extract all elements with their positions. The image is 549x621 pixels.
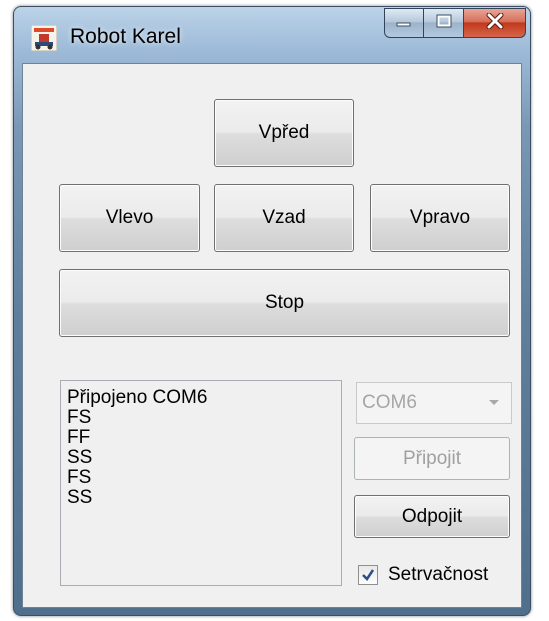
inertia-checkbox[interactable]: [358, 565, 378, 585]
maximize-button[interactable]: [424, 8, 464, 38]
right-button[interactable]: Vpravo: [370, 184, 510, 252]
client-area: Vpřed Vlevo Vzad Vpravo Stop Připojeno C…: [22, 63, 522, 608]
log-line: SS: [67, 447, 93, 468]
port-select[interactable]: COM6: [356, 382, 512, 424]
log-line: FS: [67, 467, 92, 488]
log-line: FS: [67, 407, 92, 428]
chevron-down-icon[interactable]: [477, 383, 511, 423]
port-select-value: COM6: [362, 392, 417, 413]
close-button[interactable]: [464, 8, 526, 38]
title-bar[interactable]: Robot Karel: [14, 7, 530, 63]
window-title: Robot Karel: [70, 25, 181, 48]
log-line: Připojeno COM6: [67, 387, 208, 408]
app-window: Robot Karel Vpřed Vlevo Vzad Vpravo Stop…: [13, 6, 531, 616]
log-line: FF: [67, 427, 91, 448]
disconnect-button[interactable]: Odpojit: [354, 495, 510, 538]
connect-button[interactable]: Připojit: [354, 437, 510, 480]
caption-buttons: [384, 8, 526, 38]
inertia-checkbox-row[interactable]: Setrvačnost: [358, 563, 488, 587]
message-log[interactable]: Připojeno COM6 FS FF SS FS SS: [60, 380, 342, 586]
minimize-button[interactable]: [384, 8, 424, 38]
back-button[interactable]: Vzad: [214, 184, 354, 252]
maximize-icon: [436, 14, 452, 33]
stop-button[interactable]: Stop: [59, 269, 510, 337]
minimize-icon: [396, 14, 412, 32]
robot-karel-app-icon: [30, 24, 58, 52]
forward-button[interactable]: Vpřed: [214, 99, 354, 167]
log-line: SS: [67, 487, 93, 508]
close-icon: [486, 12, 504, 34]
left-button[interactable]: Vlevo: [59, 184, 200, 252]
inertia-label: Setrvačnost: [388, 564, 489, 585]
checkmark-icon: [362, 569, 375, 581]
